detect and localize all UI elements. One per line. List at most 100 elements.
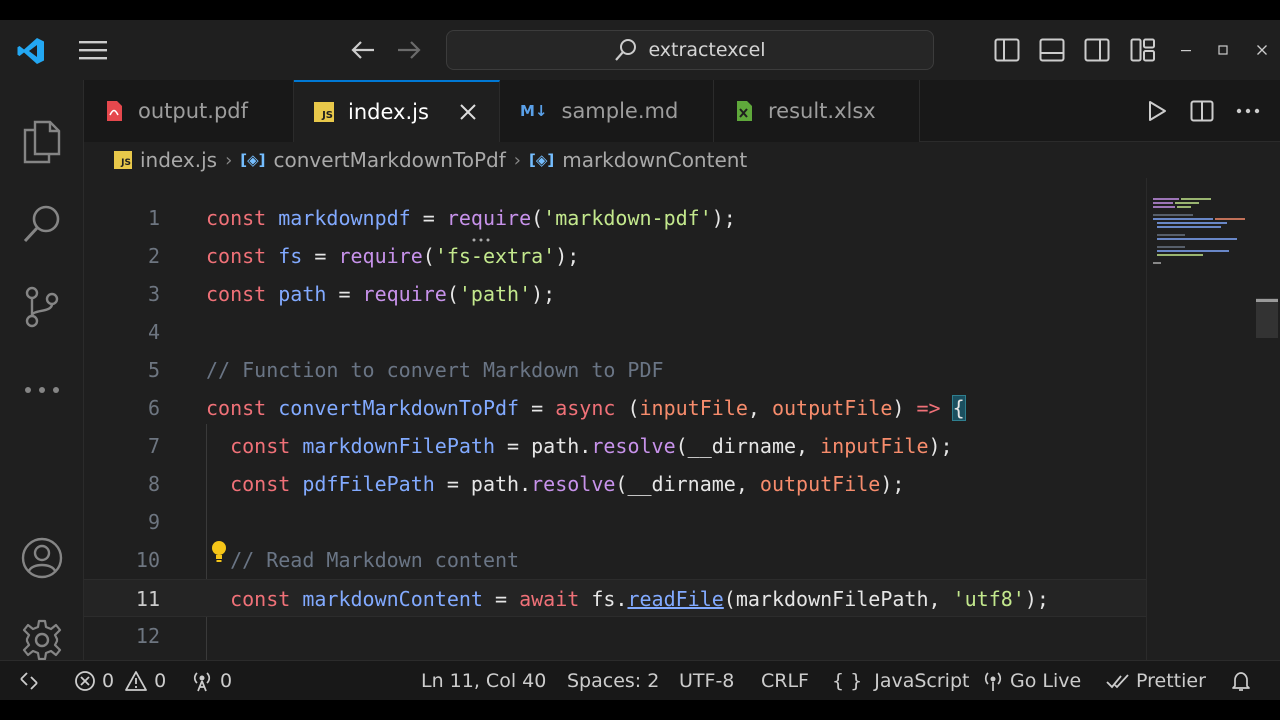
- chevron-right-icon: ›: [513, 149, 521, 171]
- code-token: const: [230, 472, 303, 496]
- tab-index-js[interactable]: JS index.js: [294, 80, 500, 142]
- language-mode[interactable]: { } JavaScript: [832, 661, 969, 700]
- js-icon: JS: [114, 151, 132, 169]
- ports-count: 0: [220, 670, 233, 692]
- warning-count: 0: [154, 670, 167, 692]
- code-editor[interactable]: 1 const markdownpdf = require('markdown-p…: [84, 178, 1146, 660]
- go-live-button[interactable]: Go Live: [982, 661, 1081, 700]
- toggle-secondary-sidebar-icon[interactable]: [1082, 36, 1112, 64]
- customize-layout-icon[interactable]: [1128, 36, 1158, 64]
- breadcrumb-symbol-function[interactable]: [◈] convertMarkdownToPdf: [240, 148, 506, 172]
- breadcrumb-symbol-label: convertMarkdownToPdf: [273, 148, 506, 172]
- markdown-icon: M↓: [520, 102, 548, 120]
- notifications-button[interactable]: [1230, 661, 1252, 700]
- explorer-icon[interactable]: [0, 112, 84, 172]
- encoding[interactable]: UTF-8: [679, 661, 734, 700]
- js-icon: JS: [314, 102, 334, 122]
- line-number: 12: [135, 624, 160, 648]
- code-token: markdownFilePath: [302, 434, 495, 458]
- code-token: =: [326, 282, 363, 306]
- code-text: // Function to convert Markdown to PDF: [206, 351, 664, 389]
- menu-icon[interactable]: [76, 35, 110, 65]
- breadcrumb-symbol-variable[interactable]: [◈] markdownContent: [529, 148, 747, 172]
- code-token: outputFile: [759, 472, 881, 496]
- chevron-right-icon: ›: [225, 149, 233, 171]
- tab-result-xlsx[interactable]: result.xlsx: [714, 80, 920, 142]
- back-arrow-icon[interactable]: [348, 35, 378, 65]
- code-line[interactable]: 3 const path = require('path');: [84, 275, 1146, 313]
- tab-sample-md[interactable]: M↓ sample.md: [500, 80, 714, 142]
- split-editor-icon[interactable]: [1190, 100, 1214, 122]
- toggle-panel-icon[interactable]: [1037, 36, 1067, 64]
- code-token: fs.: [591, 587, 628, 611]
- code-token: = path.: [495, 434, 592, 458]
- pdf-icon: [107, 101, 122, 121]
- code-line[interactable]: 4: [84, 313, 1146, 351]
- line-number: 8: [147, 472, 160, 496]
- lightbulb-icon[interactable]: [210, 540, 228, 568]
- source-control-icon[interactable]: [0, 277, 84, 337]
- activity-bar: [0, 80, 84, 661]
- end-of-line[interactable]: CRLF: [761, 661, 809, 700]
- indentation[interactable]: Spaces: 2: [567, 661, 659, 700]
- code-token: // Function to convert Markdown to PDF: [206, 358, 664, 382]
- code-token: readFile: [627, 587, 724, 611]
- line-number: 9: [147, 510, 160, 534]
- line-number: 4: [147, 320, 160, 344]
- broadcast-icon: [984, 672, 1002, 691]
- code-token: =: [519, 396, 556, 420]
- code-line[interactable]: 8 const pdfFilePath = path.resolve(__dir…: [84, 465, 1146, 503]
- maximize-icon[interactable]: [1211, 40, 1235, 60]
- more-actions-icon[interactable]: [1236, 108, 1260, 114]
- remote-indicator[interactable]: [18, 661, 40, 700]
- broadcast-icon: [193, 672, 211, 692]
- code-line[interactable]: 2 const fs = require('fs-extra');: [84, 237, 1146, 275]
- code-text: const markdownpdf = require('markdown-pd…: [206, 199, 736, 237]
- ports-indicator[interactable]: 0: [190, 661, 232, 700]
- code-line[interactable]: 11 const markdownContent = await fs.read…: [84, 579, 1146, 617]
- breadcrumb-file[interactable]: JS index.js: [114, 148, 217, 172]
- code-line[interactable]: 7 const markdownFilePath = path.resolve(…: [84, 427, 1146, 465]
- code-line[interactable]: 10 // Read Markdown content: [84, 541, 1146, 579]
- prettier-button[interactable]: Prettier: [1106, 661, 1206, 700]
- tab-label: output.pdf: [138, 99, 248, 123]
- tab-output-pdf[interactable]: output.pdf: [84, 80, 294, 142]
- scrollbar-thumb[interactable]: [1256, 298, 1278, 338]
- cursor-position-text: Ln 11, Col 40: [421, 670, 547, 692]
- code-line[interactable]: 6 const convertMarkdownToPdf = async (inp…: [84, 389, 1146, 427]
- more-views-icon[interactable]: [0, 360, 84, 420]
- code-line[interactable]: 5 // Function to convert Markdown to PDF: [84, 351, 1146, 389]
- code-text: const path = require('path');: [206, 275, 555, 313]
- run-icon[interactable]: [1146, 100, 1168, 122]
- code-line[interactable]: 1 const markdownpdf = require('markdown-p…: [84, 199, 1146, 237]
- code-token: (__dirname,: [615, 472, 760, 496]
- cursor-position[interactable]: Ln 11, Col 40: [421, 661, 546, 700]
- accounts-icon[interactable]: [0, 528, 84, 588]
- code-token: ,: [747, 396, 772, 420]
- code-line[interactable]: 12: [84, 617, 1146, 655]
- minimap[interactable]: [1146, 178, 1254, 660]
- code-token: 'utf8': [952, 587, 1025, 611]
- toggle-primary-sidebar-icon[interactable]: [992, 36, 1022, 64]
- vertical-scrollbar[interactable]: [1254, 178, 1280, 660]
- code-token: const: [206, 282, 279, 306]
- indentation-text: Spaces: 2: [567, 670, 660, 692]
- code-line[interactable]: 9: [84, 503, 1146, 541]
- search-sidebar-icon[interactable]: [0, 194, 84, 254]
- command-center-search[interactable]: extractexcel: [446, 30, 934, 70]
- forward-arrow-icon[interactable]: [394, 35, 424, 65]
- error-count: 0: [102, 670, 115, 692]
- close-tab-icon[interactable]: [459, 103, 477, 121]
- status-bar: 0 0 0 Ln 11, Col 40 Spaces: 2 UTF-8 CRLF…: [0, 660, 1280, 700]
- minimize-icon[interactable]: [1174, 40, 1198, 60]
- problems-indicator[interactable]: 0 0: [74, 661, 166, 700]
- code-token: fs: [278, 244, 303, 268]
- code-token: (__dirname,: [675, 434, 821, 458]
- code-token: inputFile: [639, 396, 748, 420]
- encoding-text: UTF-8: [679, 670, 735, 692]
- code-token: );: [880, 472, 905, 496]
- symbol-variable-icon: [◈]: [240, 151, 266, 169]
- code-token: = path.: [434, 472, 532, 496]
- close-window-icon[interactable]: [1250, 40, 1274, 60]
